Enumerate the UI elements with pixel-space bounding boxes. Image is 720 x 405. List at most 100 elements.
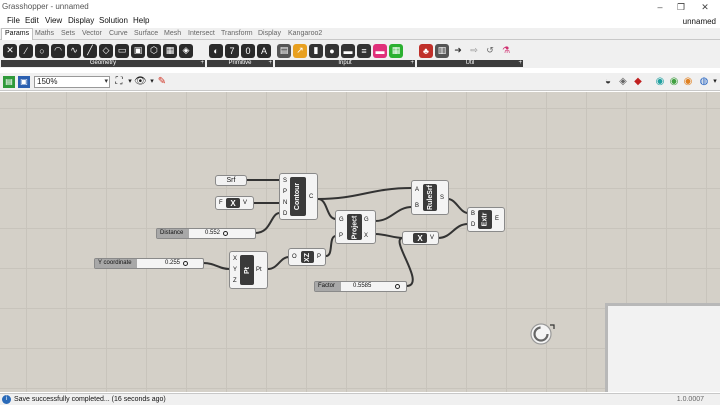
- unit-x-input-f[interactable]: F: [219, 200, 223, 207]
- rulesrf-input-b[interactable]: B: [415, 203, 419, 210]
- expand-icon[interactable]: +: [200, 60, 204, 67]
- tab-params[interactable]: Params: [1, 28, 34, 40]
- pt-output[interactable]: Pt: [256, 267, 262, 274]
- xz-output-p[interactable]: P: [317, 254, 321, 261]
- project-output-g[interactable]: G: [364, 217, 369, 224]
- value-list-icon[interactable]: ≡: [357, 43, 371, 58]
- menu-view[interactable]: View: [45, 16, 62, 25]
- circle-param-icon[interactable]: ○: [35, 43, 49, 58]
- menu-file[interactable]: File: [7, 16, 20, 25]
- multiply-output-v[interactable]: V: [430, 235, 434, 242]
- y-coordinate-slider[interactable]: Y coordinate 0.255: [94, 258, 204, 269]
- project-output-x[interactable]: X: [364, 233, 368, 240]
- save-file-icon[interactable]: ▣: [18, 76, 30, 88]
- point-param-icon[interactable]: ✕: [3, 43, 17, 58]
- tab-maths[interactable]: Maths: [35, 30, 54, 37]
- box-param-icon[interactable]: ▣: [131, 43, 145, 58]
- number-param-icon[interactable]: 0: [241, 43, 255, 58]
- project-input-p[interactable]: P: [339, 233, 343, 240]
- project-input-g[interactable]: G: [339, 217, 344, 224]
- tab-display[interactable]: Display: [258, 30, 281, 37]
- project-component[interactable]: G P Project G X: [335, 210, 376, 244]
- tab-transform[interactable]: Transform: [221, 30, 253, 37]
- button-icon[interactable]: ●: [325, 43, 339, 58]
- contour-input-s[interactable]: S: [283, 178, 287, 185]
- cherry-picker-icon[interactable]: ♣: [419, 43, 433, 58]
- brep-param-icon[interactable]: ⬡: [147, 43, 161, 58]
- arrow-right-icon[interactable]: ➜: [451, 43, 465, 58]
- display-mesh-icon[interactable]: ◉: [654, 76, 666, 88]
- pt-input-z[interactable]: Z: [233, 278, 237, 285]
- minimize-button[interactable]: –: [654, 1, 666, 13]
- integer-param-icon[interactable]: 7: [225, 43, 239, 58]
- unit-x-component[interactable]: F X V: [215, 196, 254, 210]
- rulesrf-output-s[interactable]: S: [440, 195, 444, 202]
- unit-x-output-v[interactable]: V: [243, 200, 247, 207]
- tab-intersect[interactable]: Intersect: [188, 30, 215, 37]
- rectangle-param-icon[interactable]: ▭: [115, 43, 129, 58]
- arc-param-icon[interactable]: ◠: [51, 43, 65, 58]
- data-recorder-icon[interactable]: ▥: [435, 43, 449, 58]
- extrude-component[interactable]: B D Extr E: [467, 207, 505, 232]
- close-button[interactable]: ✕: [699, 1, 711, 13]
- tab-vector[interactable]: Vector: [82, 30, 102, 37]
- display-surface-icon[interactable]: ◉: [668, 76, 680, 88]
- distance-slider-knob[interactable]: [223, 231, 228, 236]
- extr-input-b[interactable]: B: [471, 211, 475, 218]
- toggle-icon[interactable]: ▮: [309, 43, 323, 58]
- ruled-surface-component[interactable]: A B RuleSrf S: [411, 180, 449, 215]
- rulesrf-input-a[interactable]: A: [415, 187, 419, 194]
- graph-mapper-icon[interactable]: ↗: [293, 43, 307, 58]
- extr-output-e[interactable]: E: [495, 216, 499, 223]
- multiply-component[interactable]: X V: [402, 231, 439, 245]
- contour-input-p[interactable]: P: [283, 189, 287, 196]
- menu-edit[interactable]: Edit: [25, 16, 39, 25]
- chevron-down-icon[interactable]: ▾: [709, 76, 720, 88]
- tab-kangaroo2[interactable]: Kangaroo2: [288, 30, 322, 37]
- vector-param-icon[interactable]: ⁄: [19, 43, 33, 58]
- pt-input-y[interactable]: Y: [233, 267, 237, 274]
- chevron-down-icon[interactable]: ▾: [104, 77, 108, 87]
- curve-param-icon[interactable]: ∿: [67, 43, 81, 58]
- factor-slider[interactable]: Factor 0.5585: [314, 281, 407, 292]
- expand-icon[interactable]: +: [268, 60, 272, 67]
- menu-help[interactable]: Help: [133, 16, 149, 25]
- line-param-icon[interactable]: ╱: [83, 43, 97, 58]
- mesh-param-icon[interactable]: ▦: [163, 43, 177, 58]
- grasshopper-canvas[interactable]: Srf S P N D Contour C F X V Distance 0.5…: [0, 92, 720, 392]
- preview-shaded-icon[interactable]: ◈: [617, 76, 629, 88]
- slider-icon[interactable]: ▬: [341, 43, 355, 58]
- contour-input-d[interactable]: D: [283, 211, 287, 218]
- tab-sets[interactable]: Sets: [61, 30, 75, 37]
- preview-wire-icon[interactable]: ◒: [602, 76, 614, 88]
- text-param-icon[interactable]: A: [257, 43, 271, 58]
- tab-mesh[interactable]: Mesh: [164, 30, 181, 37]
- maximize-button[interactable]: ❐: [675, 1, 687, 13]
- menu-display[interactable]: Display: [68, 16, 94, 25]
- sketch-pen-icon[interactable]: ✎: [156, 76, 168, 88]
- preview-eye-icon[interactable]: 👁: [134, 76, 147, 88]
- preview-selected-icon[interactable]: ◆: [632, 76, 644, 88]
- factor-slider-knob[interactable]: [395, 284, 400, 289]
- xz-plane-component[interactable]: O XZ P: [288, 248, 326, 266]
- plane-param-icon[interactable]: ◇: [99, 43, 113, 58]
- tab-curve[interactable]: Curve: [109, 30, 128, 37]
- contour-input-n[interactable]: N: [283, 200, 287, 207]
- arrow-outline-icon[interactable]: ⇨: [467, 43, 481, 58]
- flask-icon[interactable]: ⚗: [499, 43, 513, 58]
- y-coordinate-slider-knob[interactable]: [183, 261, 188, 266]
- tab-surface[interactable]: Surface: [134, 30, 158, 37]
- extr-input-d[interactable]: D: [471, 222, 475, 229]
- gradient-icon[interactable]: ▬: [373, 43, 387, 58]
- distance-slider[interactable]: Distance 0.552: [156, 228, 256, 239]
- boolean-param-icon[interactable]: ◐: [209, 43, 223, 58]
- expand-icon[interactable]: +: [410, 60, 414, 67]
- surface-param-icon[interactable]: ◈: [179, 43, 193, 58]
- contour-output-c[interactable]: C: [309, 194, 313, 201]
- open-file-icon[interactable]: ▤: [3, 76, 15, 88]
- fitness-icon[interactable]: ↺: [483, 43, 497, 58]
- construct-point-component[interactable]: X Y Z Pt Pt: [229, 251, 268, 289]
- xz-input-o[interactable]: O: [292, 254, 297, 261]
- zoom-combobox[interactable]: 150% ▾: [34, 76, 110, 88]
- srf-param[interactable]: Srf: [215, 175, 247, 186]
